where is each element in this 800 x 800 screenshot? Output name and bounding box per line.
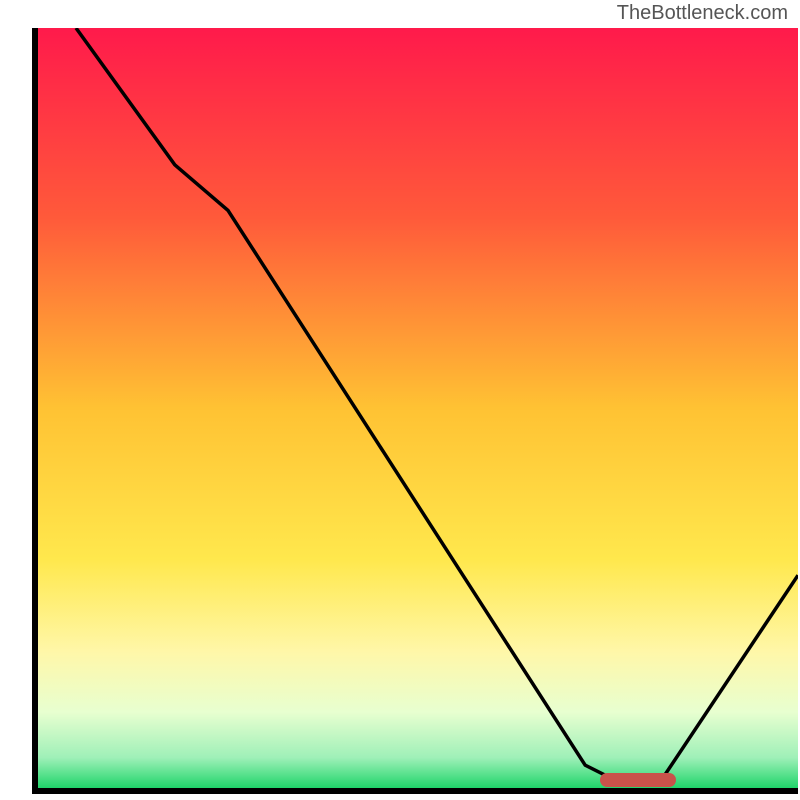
chart-container: TheBottleneck.com	[0, 0, 800, 800]
plot-area	[32, 28, 798, 794]
curve-line	[38, 28, 798, 788]
optimal-marker	[600, 773, 676, 787]
watermark-text: TheBottleneck.com	[617, 2, 788, 25]
